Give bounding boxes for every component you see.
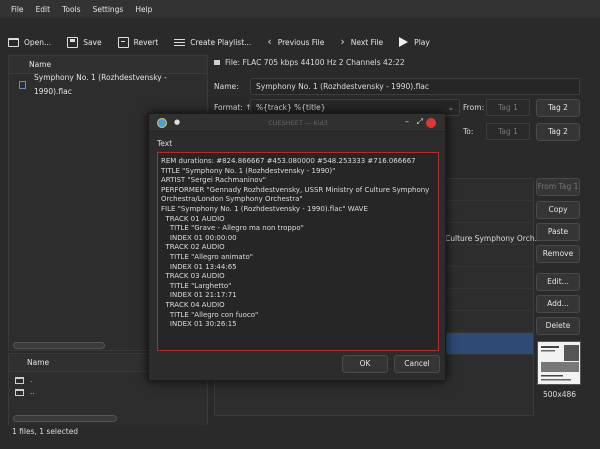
save-label: Save bbox=[83, 37, 102, 47]
cue-line: REM durations: #824.866667 #453.080000 #… bbox=[161, 157, 416, 165]
cue-line: INDEX 01 13:44:65 bbox=[161, 262, 237, 271]
play-icon bbox=[399, 37, 409, 47]
audio-file-icon bbox=[19, 81, 26, 89]
previous-file-button[interactable]: ‹ Previous File bbox=[267, 35, 325, 48]
cuesheet-dialog: ● CUESHEET — Kid3 – ⤢ Text REM durations… bbox=[148, 113, 446, 381]
performer-value-snippet: Culture Symphony Orch... bbox=[445, 234, 542, 243]
cue-line: TITLE "Symphony No. 1 (Rozhdestvensky - … bbox=[161, 166, 336, 175]
tag2-to-button[interactable]: Tag 2 bbox=[536, 123, 580, 141]
status-bar: 1 files, 1 selected bbox=[0, 425, 600, 439]
cue-line: TRACK 04 AUDIO bbox=[161, 300, 225, 309]
cue-line: TITLE "Allegro animato" bbox=[161, 252, 253, 261]
file-list-scrollbar[interactable] bbox=[13, 342, 105, 349]
remove-button[interactable]: Remove bbox=[536, 245, 580, 263]
directory-list-scrollbar[interactable] bbox=[13, 415, 117, 422]
dialog-title-bar[interactable]: ● CUESHEET — Kid3 – ⤢ bbox=[149, 114, 445, 132]
chevron-down-icon: ⌄ bbox=[447, 103, 454, 112]
file-info-text: File: FLAC 705 kbps 44100 Hz 2 Channels … bbox=[225, 58, 405, 67]
format-label: Format: ↑ bbox=[214, 103, 252, 112]
file-name-label: Symphony No. 1 (Rozhdestvensky - 1990).f… bbox=[34, 73, 167, 96]
play-label: Play bbox=[414, 37, 430, 47]
open-label: Open... bbox=[24, 37, 52, 47]
menu-help[interactable]: Help bbox=[129, 5, 158, 14]
edit-button[interactable]: Edit... bbox=[536, 273, 580, 291]
to-tag-field[interactable]: Tag 1 bbox=[486, 123, 530, 140]
file-list-item[interactable]: Symphony No. 1 (Rozhdestvensky - 1990).f… bbox=[19, 73, 207, 96]
cue-line: INDEX 01 21:17:71 bbox=[161, 291, 237, 300]
cover-art-drawing bbox=[538, 342, 580, 384]
next-file-label: Next File bbox=[350, 37, 384, 47]
previous-file-label: Previous File bbox=[277, 37, 325, 47]
cue-line: Orchestra/London Symphony Orchestra" bbox=[161, 195, 303, 204]
directory-label: . bbox=[30, 375, 33, 384]
menu-settings[interactable]: Settings bbox=[87, 5, 130, 14]
cuesheet-textarea[interactable]: REM durations: #824.866667 #453.080000 #… bbox=[157, 152, 439, 351]
menu-tools[interactable]: Tools bbox=[56, 5, 86, 14]
play-button[interactable]: Play bbox=[399, 37, 430, 47]
file-info-icon bbox=[214, 60, 220, 65]
next-file-button[interactable]: › Next File bbox=[340, 35, 384, 48]
cue-line: TITLE "Grave - Allegro ma non troppo" bbox=[161, 224, 304, 233]
directory-label: .. bbox=[30, 387, 35, 396]
create-playlist-button[interactable]: Create Playlist... bbox=[174, 38, 251, 47]
cue-line: TITLE "Allegro con fuoco" bbox=[161, 310, 259, 319]
menu-bar: File Edit Tools Settings Help bbox=[0, 0, 600, 18]
toolbar: Open... Save Revert Create Playlist... ‹… bbox=[0, 30, 600, 54]
cue-line: TRACK 03 AUDIO bbox=[161, 272, 225, 281]
cue-line: INDEX 01 30:26:15 bbox=[161, 320, 237, 329]
save-button[interactable]: Save bbox=[67, 36, 102, 48]
cue-line: TRACK 02 AUDIO bbox=[161, 243, 225, 252]
from-tag1-button[interactable]: From Tag 1 bbox=[536, 178, 580, 196]
cancel-button[interactable]: Cancel bbox=[394, 355, 440, 373]
cue-line: INDEX 01 00:00:00 bbox=[161, 233, 237, 242]
open-button[interactable]: Open... bbox=[8, 37, 52, 47]
from-label: From: bbox=[463, 103, 485, 112]
cover-art-image[interactable] bbox=[537, 341, 581, 385]
minimize-icon[interactable]: – bbox=[405, 117, 409, 126]
paste-button[interactable]: Paste bbox=[536, 223, 580, 241]
format-value: %{track} %{title} bbox=[256, 103, 326, 112]
revert-button[interactable]: Revert bbox=[117, 36, 159, 48]
copy-button[interactable]: Copy bbox=[536, 201, 580, 219]
add-button[interactable]: Add... bbox=[536, 295, 580, 313]
folder-open-icon bbox=[8, 37, 19, 47]
revert-label: Revert bbox=[133, 37, 159, 47]
menu-edit[interactable]: Edit bbox=[30, 5, 57, 14]
dialog-title: CUESHEET — Kid3 bbox=[268, 119, 328, 127]
directory-item-parent[interactable]: .. bbox=[9, 386, 207, 398]
cue-line: PERFORMER "Gennady Rozhdestvensky, USSR … bbox=[161, 185, 430, 194]
cover-dimensions: 500x486 bbox=[543, 390, 577, 399]
cue-line: TITLE "Larghetto" bbox=[161, 281, 232, 290]
tag2-button[interactable]: Tag 2 bbox=[536, 99, 580, 117]
chevron-right-icon: › bbox=[340, 35, 345, 48]
close-icon[interactable] bbox=[426, 118, 436, 128]
from-tag-field[interactable]: Tag 1 bbox=[486, 99, 530, 116]
folder-icon bbox=[15, 376, 24, 384]
revert-icon bbox=[117, 36, 129, 48]
create-playlist-label: Create Playlist... bbox=[190, 37, 252, 47]
cue-line: TRACK 01 AUDIO bbox=[161, 214, 225, 223]
cue-line: ARTIST "Sergei Rachmaninov" bbox=[161, 176, 266, 185]
cue-line: FILE "Symphony No. 1 (Rozhdestvensky - 1… bbox=[161, 204, 368, 213]
save-icon bbox=[67, 36, 79, 48]
menu-file[interactable]: File bbox=[5, 5, 30, 14]
chevron-left-icon: ‹ bbox=[267, 35, 272, 48]
to-label: To: bbox=[463, 127, 474, 136]
playlist-icon bbox=[174, 38, 186, 46]
filename-field[interactable]: Symphony No. 1 (Rozhdestvensky - 1990).f… bbox=[250, 78, 580, 95]
text-label: Text bbox=[157, 139, 173, 148]
ok-button[interactable]: OK bbox=[342, 355, 388, 373]
delete-button[interactable]: Delete bbox=[536, 317, 580, 335]
file-info: File: FLAC 705 kbps 44100 Hz 2 Channels … bbox=[214, 58, 405, 67]
folder-icon bbox=[15, 388, 24, 396]
maximize-icon[interactable]: ⤢ bbox=[417, 117, 423, 127]
name-label: Name: bbox=[214, 82, 239, 91]
